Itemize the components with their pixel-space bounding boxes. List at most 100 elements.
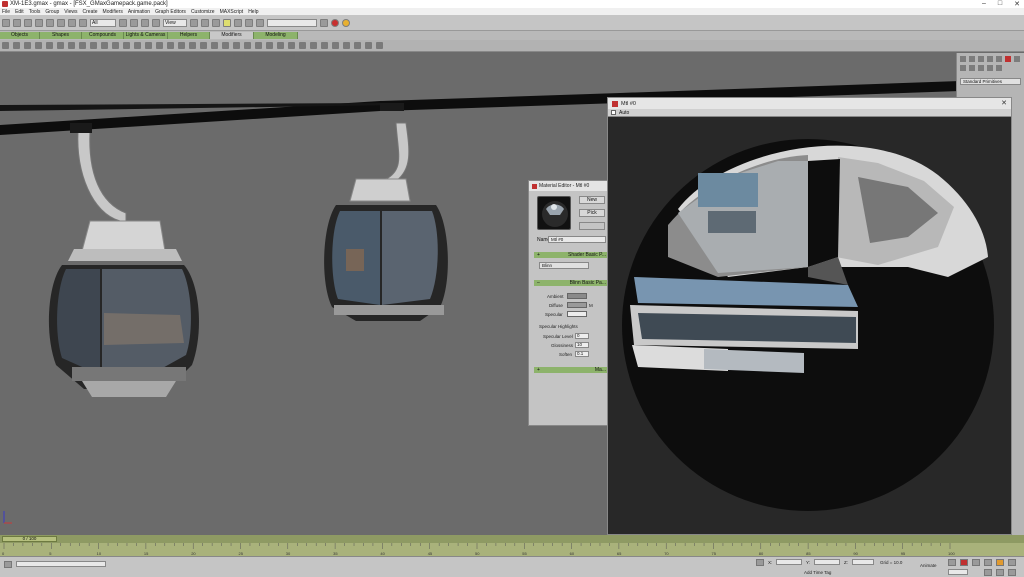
boolean-icon[interactable] bbox=[178, 42, 185, 49]
render-icon[interactable] bbox=[331, 18, 339, 27]
uvw-map-icon[interactable] bbox=[321, 42, 328, 49]
ambient-color-swatch[interactable] bbox=[567, 293, 587, 299]
bind-icon[interactable] bbox=[46, 18, 54, 27]
select-icon[interactable] bbox=[57, 18, 65, 27]
current-frame-field[interactable] bbox=[948, 569, 968, 575]
menu-modifiers[interactable]: Modifiers bbox=[103, 9, 123, 15]
cameras-icon[interactable] bbox=[978, 65, 984, 71]
cone-icon[interactable] bbox=[57, 42, 64, 49]
utilities-tab-icon[interactable] bbox=[1005, 56, 1011, 62]
menu-maxscript[interactable]: MAXScript bbox=[220, 9, 244, 15]
menu-customize[interactable]: Customize bbox=[191, 9, 215, 15]
spot-light-icon[interactable] bbox=[222, 42, 229, 49]
go-to-end-icon[interactable] bbox=[984, 559, 992, 566]
close-icon[interactable]: ✕ bbox=[1014, 0, 1020, 8]
cylinder-icon[interactable] bbox=[24, 42, 31, 49]
z-coord-field[interactable] bbox=[852, 559, 874, 565]
redo-icon[interactable] bbox=[13, 18, 21, 27]
tab-lights-cameras[interactable]: Lights & Cameras bbox=[124, 32, 168, 39]
close-icon[interactable]: ✕ bbox=[1001, 99, 1007, 107]
shader-type-select[interactable]: Blinn bbox=[539, 262, 589, 269]
unused-button[interactable] bbox=[579, 222, 605, 230]
select-manipulate-icon[interactable] bbox=[152, 18, 160, 27]
camera-icon[interactable] bbox=[200, 42, 207, 49]
glossiness-spinner[interactable]: 10 bbox=[575, 342, 589, 348]
new-material-button[interactable]: New bbox=[579, 196, 605, 204]
named-selection-select[interactable] bbox=[267, 18, 317, 27]
specular-level-spinner[interactable]: 0 bbox=[575, 333, 589, 339]
maxscript-listener-icon[interactable] bbox=[4, 561, 12, 568]
zoom-extents-icon[interactable] bbox=[996, 559, 1004, 566]
prompt-line-field[interactable] bbox=[16, 561, 106, 567]
maximize-icon[interactable]: □ bbox=[998, 0, 1002, 8]
sphere-icon[interactable] bbox=[13, 42, 20, 49]
time-config-icon[interactable] bbox=[984, 569, 992, 576]
twist-icon[interactable] bbox=[299, 42, 306, 49]
minimize-icon[interactable]: – bbox=[982, 0, 986, 8]
snap-toggle-icon[interactable] bbox=[223, 18, 231, 27]
plane-icon[interactable] bbox=[101, 42, 108, 49]
line-icon[interactable] bbox=[112, 42, 119, 49]
preview-titlebar[interactable]: Mtl #0 ✕ bbox=[608, 98, 1011, 109]
percent-snap-icon[interactable] bbox=[245, 18, 253, 27]
ngon-icon[interactable] bbox=[145, 42, 152, 49]
go-to-start-icon[interactable] bbox=[948, 559, 956, 566]
point-icon[interactable] bbox=[244, 42, 251, 49]
space-warps-icon[interactable] bbox=[996, 65, 1002, 71]
pyramid-icon[interactable] bbox=[90, 42, 97, 49]
omni-light-icon[interactable] bbox=[211, 42, 218, 49]
tube-icon[interactable] bbox=[79, 42, 86, 49]
menu-create[interactable]: Create bbox=[83, 9, 98, 15]
grid-icon[interactable] bbox=[266, 42, 273, 49]
time-slider[interactable]: 0 / 100 bbox=[0, 535, 1024, 543]
menu-help[interactable]: Help bbox=[248, 9, 258, 15]
menu-animation[interactable]: Animation bbox=[128, 9, 150, 15]
shader-basic-rollout[interactable]: + Shader Basic P... bbox=[534, 252, 608, 258]
primitive-category-select[interactable]: Standard Primitives bbox=[960, 78, 1021, 85]
y-coord-field[interactable] bbox=[814, 559, 840, 565]
specular-color-swatch[interactable] bbox=[567, 311, 587, 317]
quick-render-icon[interactable] bbox=[342, 18, 350, 27]
taper-icon[interactable] bbox=[288, 42, 295, 49]
symmetry-icon[interactable] bbox=[376, 42, 383, 49]
arc-icon[interactable] bbox=[134, 42, 141, 49]
align-icon[interactable] bbox=[212, 18, 220, 27]
tab-compounds[interactable]: Compounds bbox=[82, 32, 124, 39]
pivot-icon[interactable] bbox=[190, 18, 198, 27]
tab-helpers[interactable]: Helpers bbox=[168, 32, 210, 39]
tab-shapes[interactable]: Shapes bbox=[40, 32, 82, 39]
mirror-icon[interactable] bbox=[201, 18, 209, 27]
animate-button[interactable]: Animate bbox=[920, 563, 937, 568]
create-tab-icon[interactable] bbox=[960, 56, 966, 62]
dummy-icon[interactable] bbox=[233, 42, 240, 49]
menu-views[interactable]: Views bbox=[64, 9, 77, 15]
tape-icon[interactable] bbox=[255, 42, 262, 49]
loft-icon[interactable] bbox=[189, 42, 196, 49]
text-icon[interactable] bbox=[156, 42, 163, 49]
material-name-field[interactable]: Mtl #0 bbox=[548, 236, 606, 243]
edit-mesh-icon[interactable] bbox=[332, 42, 339, 49]
menu-file[interactable]: File bbox=[2, 9, 10, 15]
extrude-icon[interactable] bbox=[354, 42, 361, 49]
auto-checkbox[interactable] bbox=[611, 110, 616, 115]
material-editor-titlebar[interactable]: Material Editor - Mtl #0 bbox=[529, 181, 607, 191]
pick-material-button[interactable]: Pick bbox=[579, 209, 605, 217]
angle-snap-icon[interactable] bbox=[234, 18, 242, 27]
add-time-tag-button[interactable]: Add Time Tag bbox=[804, 570, 831, 575]
geometry-icon[interactable] bbox=[1014, 56, 1020, 62]
torus-icon[interactable] bbox=[35, 42, 42, 49]
link-icon[interactable] bbox=[24, 18, 32, 27]
play-icon[interactable] bbox=[960, 559, 968, 566]
tab-modeling[interactable]: Modeling bbox=[254, 32, 298, 39]
material-sample-slot[interactable] bbox=[537, 196, 571, 230]
time-slider-handle[interactable]: 0 / 100 bbox=[2, 536, 57, 542]
bend-icon[interactable] bbox=[277, 42, 284, 49]
tab-objects[interactable]: Objects bbox=[0, 32, 40, 39]
orbit-icon[interactable] bbox=[996, 569, 1004, 576]
helpers-icon[interactable] bbox=[987, 65, 993, 71]
reference-coord-select[interactable]: View bbox=[163, 18, 187, 27]
pan-icon[interactable] bbox=[1008, 559, 1016, 566]
region-select-icon[interactable] bbox=[79, 18, 87, 27]
menu-tools[interactable]: Tools bbox=[29, 9, 41, 15]
menu-graph-editors[interactable]: Graph Editors bbox=[155, 9, 186, 15]
